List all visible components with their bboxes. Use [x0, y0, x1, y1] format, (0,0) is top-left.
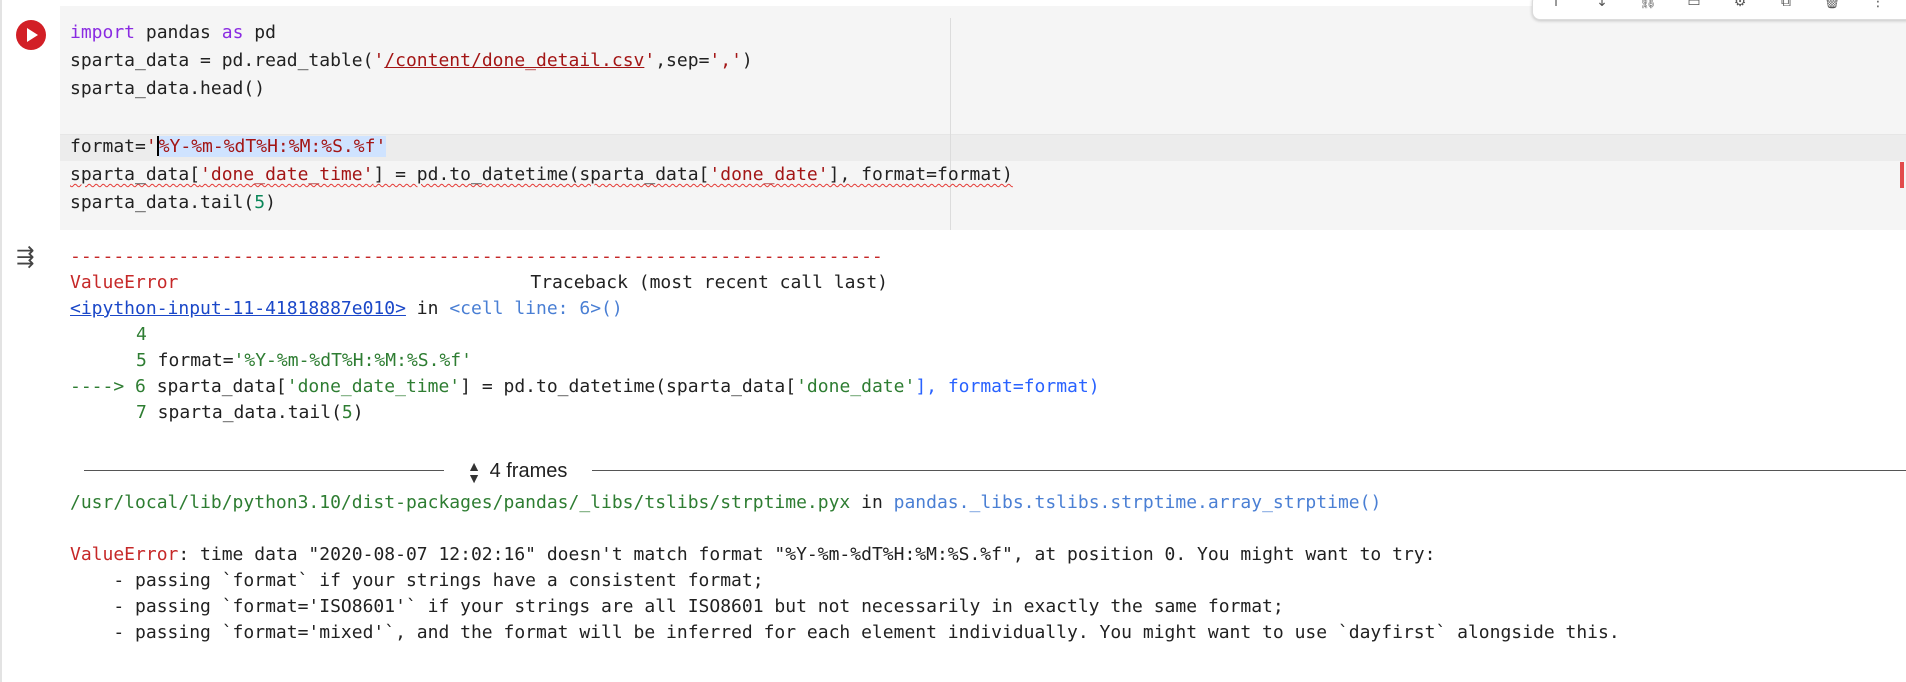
code-text: ] = pd.to_datetime(sparta_data[: [460, 376, 797, 397]
library-path: /usr/local/lib/python3.10/dist-packages/…: [70, 492, 851, 513]
code-text: sparta_data.head(): [70, 78, 266, 99]
code-text: pandas: [135, 22, 222, 43]
delete-icon[interactable]: 🗑: [1821, 0, 1843, 9]
library-location: /usr/local/lib/python3.10/dist-packages/…: [70, 490, 1381, 516]
error-message: ValueError: time data "2020-08-07 12:02:…: [70, 542, 1435, 568]
ipython-input-link[interactable]: <ipython-input-11-41818887e010>: [70, 298, 406, 319]
code-line-3[interactable]: sparta_data.head(): [70, 76, 265, 102]
code-text: ], format=format): [828, 164, 1013, 185]
more-icon[interactable]: ⋮: [1867, 0, 1889, 9]
code-line-7[interactable]: sparta_data.tail(5): [70, 190, 276, 216]
traceback-dashes: ----------------------------------------…: [70, 246, 883, 267]
mirror-cell-icon[interactable]: ⧉: [1775, 0, 1797, 9]
error-hint-3: - passing `format='mixed'`, and the form…: [70, 622, 1620, 643]
cell-left-border: [0, 0, 2, 682]
error-arrow: ----> 6: [70, 376, 146, 397]
code-line-2[interactable]: sparta_data = pd.read_table('/content/do…: [70, 48, 753, 74]
code-cell: ↑ ↓ ⛓ ▭ ⚙ ⧉ 🗑 ⋮ import pandas as pd spar…: [0, 0, 1906, 682]
traceback-line-6: ----> 6 sparta_data['done_date_time'] = …: [70, 374, 1100, 400]
link-icon[interactable]: ⛓: [1637, 0, 1659, 9]
dict-key: 'done_date': [796, 376, 916, 397]
arrow-down-icon[interactable]: ↓: [1591, 0, 1613, 9]
code-text: pd: [243, 22, 276, 43]
string-quote: ': [373, 50, 385, 71]
run-cell-button[interactable]: [16, 20, 46, 50]
editor-ruler: [950, 18, 951, 230]
code-text: format=: [70, 136, 146, 157]
code-text: ] = pd.to_datetime(sparta_data[: [373, 164, 710, 185]
code-text: sparta_data[: [70, 164, 201, 185]
code-text: ,sep=: [655, 50, 710, 71]
line-number: 7: [136, 402, 147, 423]
code-text: format=: [146, 350, 234, 371]
error-text: : time data "2020-08-07 12:02:16" doesn'…: [178, 544, 1436, 565]
error-hint-2: - passing `format='ISO8601'` if your str…: [70, 596, 1284, 617]
error-label: ValueError: [70, 544, 179, 565]
code-text: ): [352, 402, 364, 423]
arrow-up-icon[interactable]: ↑: [1545, 0, 1567, 9]
dict-key: 'done_date_time': [286, 376, 461, 397]
traceback-line-5: 5 format='%Y-%m-%dT%H:%M:%S.%f': [70, 348, 472, 374]
line-number: 4: [136, 324, 147, 345]
gear-icon[interactable]: ⚙: [1729, 0, 1751, 9]
divider-line: [84, 470, 444, 471]
code-text: sparta_data = pd.read_table(: [70, 50, 374, 71]
number-literal: 5: [254, 192, 266, 213]
traceback-header: Traceback (most recent call last): [530, 272, 888, 293]
traceback-header-line: ValueError Traceback (most recent call la…: [70, 270, 888, 296]
error-squiggle: sparta_data['done_date_time'] = pd.to_da…: [70, 164, 1013, 185]
string-quote: ': [644, 50, 656, 71]
error-scroll-marker: [1900, 162, 1904, 188]
cell-toolbar: ↑ ↓ ⛓ ▭ ⚙ ⧉ 🗑 ⋮: [1532, 0, 1906, 20]
unfold-icon: ▲ ▼: [467, 457, 481, 486]
code-text: sparta_data.tail(: [70, 192, 255, 213]
error-hint-1: - passing `format` if your strings have …: [70, 570, 764, 591]
format-string: '%Y-%m-%dT%H:%M:%S.%f': [233, 350, 472, 371]
code-text: sparta_data[: [145, 376, 287, 397]
dict-key: 'done_date': [709, 164, 829, 185]
code-text: ): [741, 50, 753, 71]
code-text: sparta_data.tail(: [146, 402, 342, 423]
format-string: %Y-%m-%dT%H:%M:%S.%f': [158, 136, 387, 157]
keyword-import: import: [70, 22, 136, 43]
error-type: ValueError: [70, 272, 179, 293]
expand-frames-button[interactable]: ▲ ▼ 4 frames: [464, 456, 576, 486]
frames-divider: ▲ ▼ 4 frames: [84, 456, 1906, 486]
divider-line: [592, 470, 1906, 471]
csv-path[interactable]: /content/done_detail.csv: [384, 50, 644, 71]
line-number: 5: [136, 350, 147, 371]
in-word: in: [405, 298, 450, 319]
dict-key: 'done_date_time': [200, 164, 374, 185]
cell-line-ref[interactable]: <cell line: 6>: [449, 298, 601, 319]
keyword-as: as: [221, 22, 244, 43]
traceback-line-7: 7 sparta_data.tail(5): [70, 400, 364, 426]
cell-paren: (): [601, 298, 623, 319]
sep-string: ',': [709, 50, 742, 71]
code-line-1[interactable]: import pandas as pd: [70, 20, 276, 46]
code-line-6[interactable]: sparta_data['done_date_time'] = pd.to_da…: [70, 162, 1013, 188]
code-text: ): [265, 192, 276, 213]
library-function-link[interactable]: pandas._libs.tslibs.strptime.array_strpt…: [894, 492, 1382, 513]
output-actions-icon[interactable]: ⇶: [16, 246, 46, 270]
number-literal: 5: [341, 402, 353, 423]
traceback-line-4: 4: [70, 322, 147, 348]
code-editor[interactable]: [60, 6, 1906, 230]
string-quote: ': [145, 136, 157, 157]
in-word: in: [850, 492, 894, 513]
frames-label: 4 frames: [489, 460, 568, 482]
code-line-5[interactable]: format=' %Y-%m-%dT%H:%M:%S.%f': [70, 134, 387, 160]
code-text: ], format=format): [915, 376, 1100, 397]
traceback-location: <ipython-input-11-41818887e010> in <cell…: [70, 296, 623, 322]
comment-icon[interactable]: ▭: [1683, 0, 1705, 9]
